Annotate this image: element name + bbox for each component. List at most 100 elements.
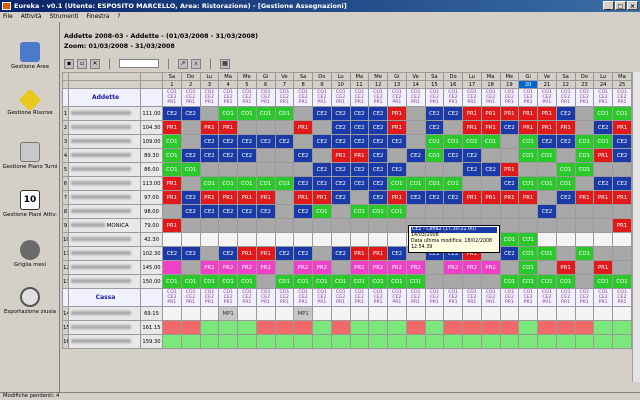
shift-cell[interactable]: CO1 xyxy=(274,106,295,121)
shift-cell[interactable] xyxy=(180,120,201,135)
shift-cell[interactable]: PR1 xyxy=(518,106,538,121)
shift-cell[interactable] xyxy=(180,218,201,233)
shift-cell[interactable] xyxy=(349,190,370,205)
shift-cell[interactable] xyxy=(480,320,501,335)
shift-cell[interactable]: PR1 xyxy=(368,246,388,261)
shift-cell[interactable]: PR2 xyxy=(237,260,257,275)
shift-cell[interactable]: PR1 xyxy=(162,176,182,191)
shift-cell[interactable] xyxy=(218,218,238,233)
shift-cell[interactable] xyxy=(518,306,538,321)
shift-cell[interactable]: PR1 xyxy=(199,190,220,205)
shift-cell[interactable]: CE2 xyxy=(293,148,313,163)
shift-cell[interactable]: PR1 xyxy=(480,120,501,135)
shift-cell[interactable]: CE2 xyxy=(293,176,313,191)
shift-cell[interactable] xyxy=(537,260,557,275)
shift-cell[interactable]: CO1 xyxy=(274,176,295,191)
table-row[interactable]: 12145.00PR2PR2PR2PR2PR2PR2PR2PR2PR2PR2PR… xyxy=(62,260,632,275)
shift-cell[interactable] xyxy=(368,334,388,349)
shift-cell[interactable]: CE2 xyxy=(312,176,332,191)
shift-cell[interactable] xyxy=(330,204,351,219)
shift-cell[interactable] xyxy=(424,320,445,335)
employee-name[interactable] xyxy=(68,176,141,191)
shift-cell[interactable]: CE2 xyxy=(462,162,482,177)
shift-cell[interactable] xyxy=(555,204,576,219)
shift-cell[interactable] xyxy=(162,306,182,321)
shift-cell[interactable] xyxy=(405,162,426,177)
shift-cell[interactable] xyxy=(312,148,332,163)
close-button[interactable]: × xyxy=(627,1,638,10)
shift-cell[interactable] xyxy=(424,306,445,321)
shift-cell[interactable] xyxy=(293,162,313,177)
shift-cell[interactable] xyxy=(499,134,520,149)
shift-cell[interactable]: CE2 xyxy=(218,148,238,163)
shift-cell[interactable] xyxy=(180,232,201,247)
employee-name[interactable] xyxy=(68,320,141,335)
export-icon[interactable]: ↗ xyxy=(178,58,188,69)
shift-cell[interactable] xyxy=(180,260,201,275)
shift-cell[interactable] xyxy=(593,232,613,247)
shift-cell[interactable] xyxy=(255,306,276,321)
employee-name[interactable] xyxy=(68,162,141,177)
shift-cell[interactable] xyxy=(368,218,388,233)
shift-cell[interactable]: PR2 xyxy=(462,260,482,275)
shift-cell[interactable] xyxy=(480,148,501,163)
shift-cell[interactable] xyxy=(218,320,238,335)
shift-cell[interactable]: PR1 xyxy=(593,260,613,275)
shift-cell[interactable] xyxy=(293,334,313,349)
shift-cell[interactable] xyxy=(162,320,182,335)
shift-cell[interactable] xyxy=(593,306,613,321)
shift-cell[interactable] xyxy=(349,334,370,349)
shift-cell[interactable]: CE2 xyxy=(368,176,388,191)
shift-cell[interactable] xyxy=(330,218,351,233)
shift-cell[interactable]: CE2 xyxy=(330,176,351,191)
shift-cell[interactable] xyxy=(405,320,426,335)
shift-cell[interactable]: CE2 xyxy=(612,148,632,163)
shift-cell[interactable]: CO1 xyxy=(368,274,388,289)
shift-cell[interactable]: PR1 xyxy=(349,148,370,163)
shift-cell[interactable] xyxy=(612,246,632,261)
shift-cell[interactable]: CO1 xyxy=(405,274,426,289)
shift-cell[interactable] xyxy=(574,260,595,275)
shift-cell[interactable] xyxy=(218,232,238,247)
table-row[interactable]: 1 111.00 CE2 CE2 CO1 CO1 CO1 CO1 CE2 CE2 CE2 CE2 PR1… xyxy=(62,106,632,121)
shift-cell[interactable]: CE2 xyxy=(424,190,445,205)
shift-cell[interactable] xyxy=(593,246,613,261)
shift-cell[interactable]: PR1 xyxy=(537,106,557,121)
shift-cell[interactable] xyxy=(593,334,613,349)
shift-cell[interactable] xyxy=(237,162,257,177)
shift-cell[interactable] xyxy=(424,274,445,289)
shift-cell[interactable]: CO1 xyxy=(518,176,538,191)
employee-name[interactable] xyxy=(68,246,141,261)
shift-cell[interactable]: CO1 xyxy=(349,274,370,289)
shift-cell[interactable]: CE2 xyxy=(405,190,426,205)
shift-cell[interactable]: CE2 xyxy=(368,148,388,163)
shift-cell[interactable] xyxy=(462,320,482,335)
shift-cell[interactable] xyxy=(237,218,257,233)
shift-cell[interactable]: PR1 xyxy=(499,162,520,177)
shift-cell[interactable]: PR2 xyxy=(218,260,238,275)
day-number-header[interactable]: 14 xyxy=(405,80,426,89)
shift-cell[interactable]: PR1 xyxy=(255,190,276,205)
sidebar-item-piano-turni[interactable]: Gestione Piano Turni xyxy=(0,142,60,170)
employee-name[interactable] xyxy=(68,134,141,149)
shift-cell[interactable]: CE2 xyxy=(424,106,445,121)
shift-cell[interactable]: PR1 xyxy=(162,120,182,135)
shift-cell[interactable]: CO1 xyxy=(574,162,595,177)
employee-name[interactable] xyxy=(68,106,141,121)
shift-cell[interactable]: CE2 xyxy=(312,106,332,121)
shift-cell[interactable]: CO1 xyxy=(180,162,201,177)
shift-cell[interactable] xyxy=(499,320,520,335)
shift-cell[interactable] xyxy=(443,320,463,335)
shift-cell[interactable]: CO1 xyxy=(424,176,445,191)
shift-cell[interactable] xyxy=(462,334,482,349)
shift-cell[interactable]: CE2 xyxy=(349,176,370,191)
shift-cell[interactable] xyxy=(387,306,407,321)
shift-cell[interactable]: CE2 xyxy=(349,134,370,149)
shift-cell[interactable] xyxy=(405,306,426,321)
shift-cell[interactable]: CE2 xyxy=(218,246,238,261)
shift-cell[interactable]: PR1 xyxy=(237,190,257,205)
shift-cell[interactable]: CE2 xyxy=(237,204,257,219)
shift-cell[interactable]: PR1 xyxy=(293,190,313,205)
shift-cell[interactable] xyxy=(349,218,370,233)
shift-cell[interactable] xyxy=(218,334,238,349)
